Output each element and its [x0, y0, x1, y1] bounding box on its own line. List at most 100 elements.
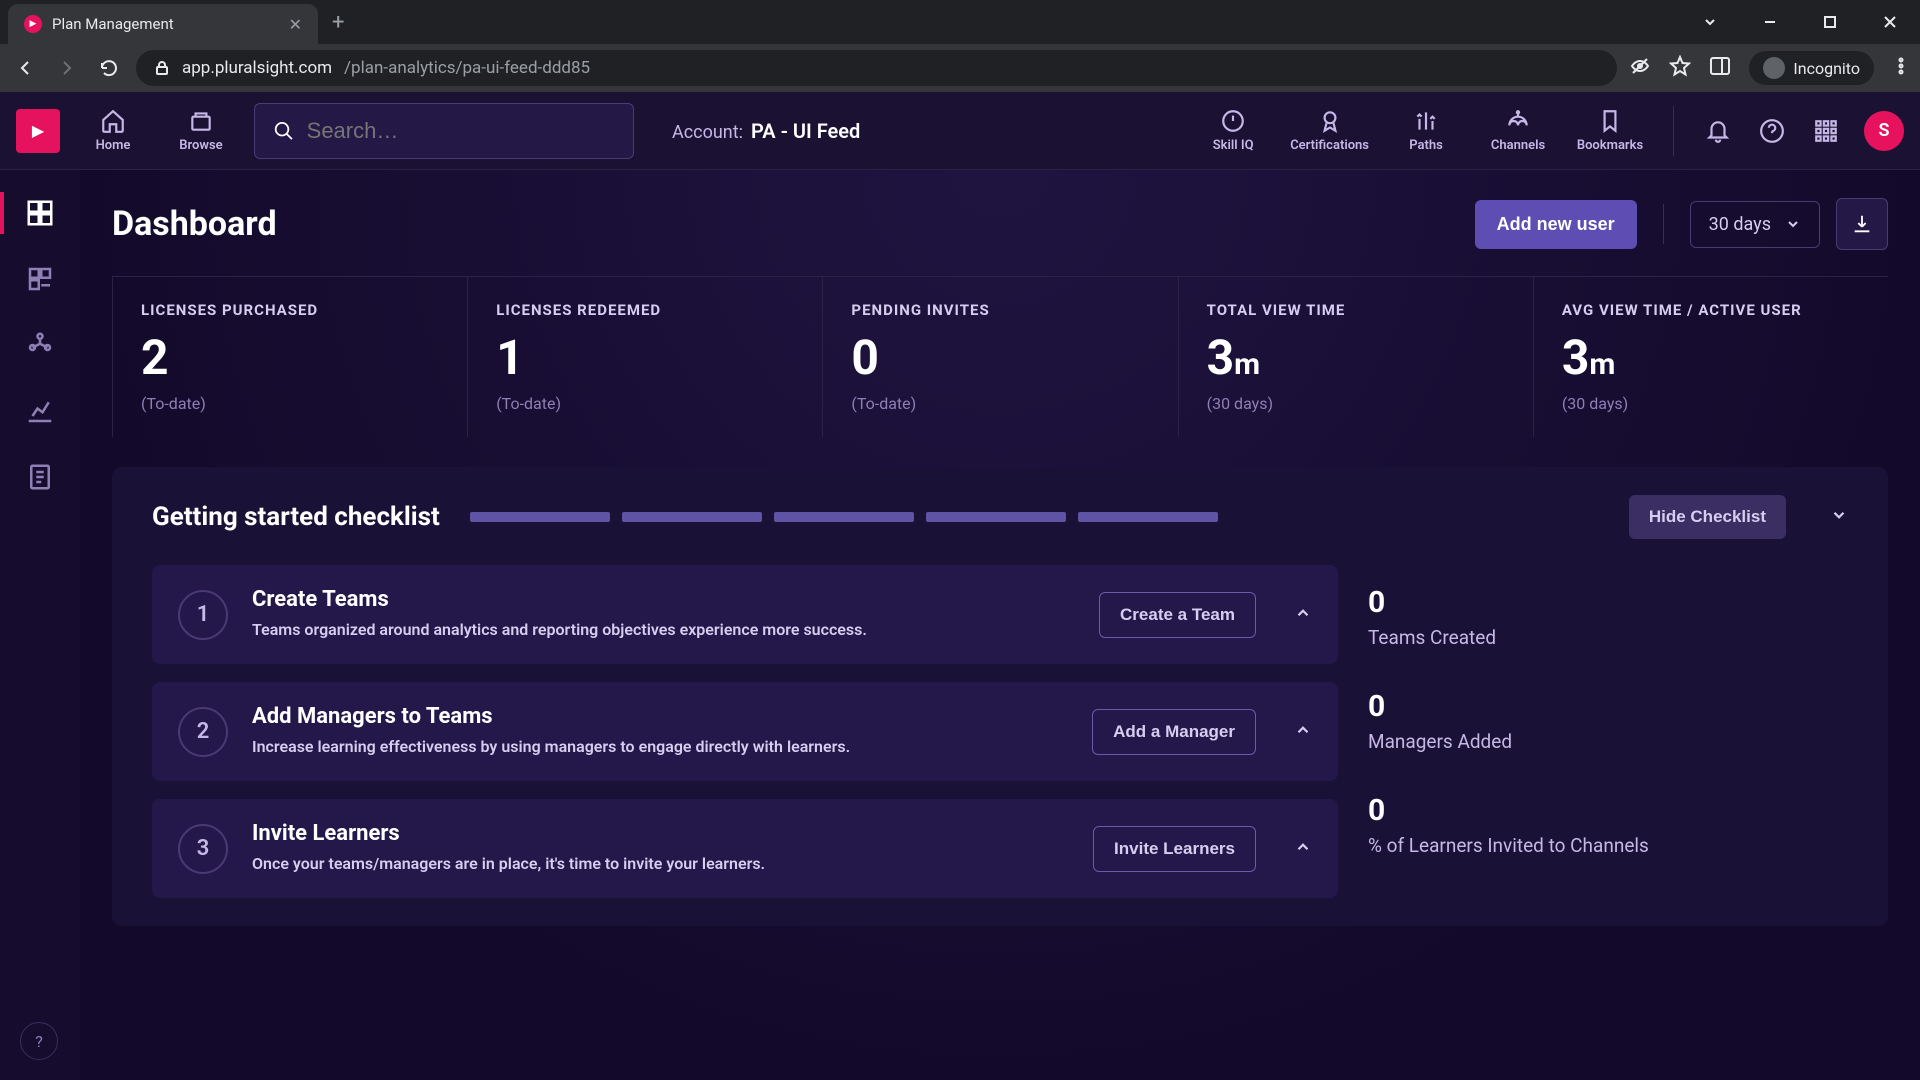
side-stat-value: 0 [1368, 689, 1848, 724]
search-input[interactable] [307, 118, 615, 144]
stat-sub: (To-date) [141, 394, 439, 413]
stat-licenses-purchased: Licenses Purchased 2 (To-date) [112, 277, 467, 437]
nav-paths[interactable]: Paths [1391, 108, 1461, 153]
url-field[interactable]: app.pluralsight.com/plan-analytics/pa-ui… [136, 50, 1617, 86]
collapse-button[interactable] [1294, 721, 1312, 743]
progress-segment [1078, 512, 1218, 522]
add-new-user-button[interactable]: Add new user [1475, 200, 1637, 249]
tab-close-icon[interactable]: ✕ [289, 15, 302, 34]
nav-channels-label: Channels [1491, 138, 1545, 153]
stat-value: 3 [1207, 329, 1235, 386]
paths-icon [1413, 108, 1439, 134]
bookmark-star-icon[interactable] [1669, 55, 1691, 81]
nav-channels[interactable]: Channels [1483, 108, 1553, 153]
checklist-item: 2 Add Managers to Teams Increase learnin… [152, 682, 1338, 781]
help-button[interactable] [1756, 118, 1788, 144]
side-stat: 0 Teams Created [1368, 585, 1848, 649]
stat-sub: (30 days) [1207, 394, 1505, 413]
back-button[interactable] [10, 58, 40, 78]
stat-unit: m [1589, 347, 1615, 382]
nav-skilliq-label: Skill IQ [1213, 138, 1254, 153]
stat-label: Licenses Purchased [141, 301, 439, 319]
stat-value: 0 [851, 329, 879, 386]
search-box[interactable] [254, 103, 634, 159]
download-button[interactable] [1836, 198, 1888, 250]
tab-title: Plan Management [52, 15, 279, 33]
sidebar-item-people[interactable] [0, 330, 80, 360]
checklist-item-desc: Increase learning effectiveness by using… [252, 735, 1068, 759]
window-minimize-icon[interactable] [1740, 2, 1800, 42]
checklist-panel: Getting started checklist Hide Checklist… [112, 467, 1888, 926]
checklist-item-desc: Teams organized around analytics and rep… [252, 618, 1075, 642]
stat-avg-view-time: Avg View Time / Active User 3m (30 days) [1533, 277, 1888, 437]
progress-segment [470, 512, 610, 522]
nav-browse[interactable]: Browse [166, 108, 236, 153]
nav-home[interactable]: Home [78, 108, 148, 153]
add-manager-button[interactable]: Add a Manager [1092, 709, 1256, 755]
checklist-item-title: Add Managers to Teams [252, 704, 1068, 729]
step-number: 1 [178, 590, 228, 640]
user-avatar[interactable]: S [1864, 111, 1904, 151]
account-indicator: Account: PA - UI Feed [672, 119, 860, 143]
people-icon [25, 330, 55, 360]
new-tab-button[interactable]: + [332, 10, 344, 35]
bell-icon [1705, 118, 1731, 144]
nav-bookmarks[interactable]: Bookmarks [1575, 108, 1645, 153]
account-name: PA - UI Feed [751, 119, 860, 143]
stat-label: Pending Invites [851, 301, 1149, 319]
step-number: 3 [178, 824, 228, 874]
expand-all-button[interactable] [1830, 506, 1848, 528]
chevron-down-icon [1830, 506, 1848, 524]
stat-unit: m [1234, 347, 1260, 382]
progress-segment [622, 512, 762, 522]
sidebar: ? [0, 170, 80, 1080]
app-logo[interactable] [16, 109, 60, 153]
window-maximize-icon[interactable] [1800, 2, 1860, 42]
sidebar-item-analytics[interactable] [0, 396, 80, 426]
date-range-label: 30 days [1709, 214, 1771, 235]
sidebar-item-dashboard[interactable] [0, 198, 80, 228]
browse-icon [188, 108, 214, 134]
reload-button[interactable] [94, 58, 124, 78]
skilliq-icon [1220, 108, 1246, 134]
collapse-button[interactable] [1294, 838, 1312, 860]
apps-button[interactable] [1810, 118, 1842, 144]
stat-sub: (To-date) [851, 394, 1149, 413]
invite-learners-button[interactable]: Invite Learners [1093, 826, 1256, 872]
checklist-item-desc: Once your teams/managers are in place, i… [252, 852, 1069, 876]
chevron-up-icon [1294, 721, 1312, 739]
side-panel-icon[interactable] [1709, 55, 1731, 81]
analytics-icon [25, 396, 55, 426]
progress-segment [774, 512, 914, 522]
browser-tab[interactable]: Plan Management ✕ [8, 4, 318, 44]
progress-segment [926, 512, 1066, 522]
incognito-indicator[interactable]: Incognito [1749, 51, 1874, 85]
hide-checklist-button[interactable]: Hide Checklist [1629, 495, 1786, 539]
forward-button[interactable] [52, 58, 82, 78]
tab-search-icon[interactable] [1680, 2, 1740, 42]
nav-separator [1673, 106, 1674, 156]
kebab-menu-icon[interactable] [1892, 57, 1910, 79]
browser-chrome: Plan Management ✕ + app.pluralsight.com/… [0, 0, 1920, 92]
nav-certifications[interactable]: Certifications [1290, 108, 1369, 153]
incognito-label: Incognito [1793, 59, 1860, 78]
collapse-button[interactable] [1294, 604, 1312, 626]
date-range-select[interactable]: 30 days [1690, 201, 1820, 248]
stat-value: 2 [141, 329, 169, 386]
chevron-up-icon [1294, 604, 1312, 622]
lock-icon [154, 60, 170, 76]
log-icon [25, 462, 55, 492]
eye-off-icon[interactable] [1629, 55, 1651, 81]
side-stat-label: Managers Added [1368, 730, 1848, 753]
help-bubble[interactable]: ? [20, 1022, 58, 1060]
sidebar-item-log[interactable] [0, 462, 80, 492]
account-label: Account: [672, 122, 743, 143]
window-close-icon[interactable] [1860, 2, 1920, 42]
apps-grid-icon [1813, 118, 1839, 144]
notifications-button[interactable] [1702, 118, 1734, 144]
stat-sub: (30 days) [1562, 394, 1860, 413]
sidebar-item-org[interactable] [0, 264, 80, 294]
create-team-button[interactable]: Create a Team [1099, 592, 1256, 638]
stat-sub: (To-date) [496, 394, 794, 413]
nav-skilliq[interactable]: Skill IQ [1198, 108, 1268, 153]
